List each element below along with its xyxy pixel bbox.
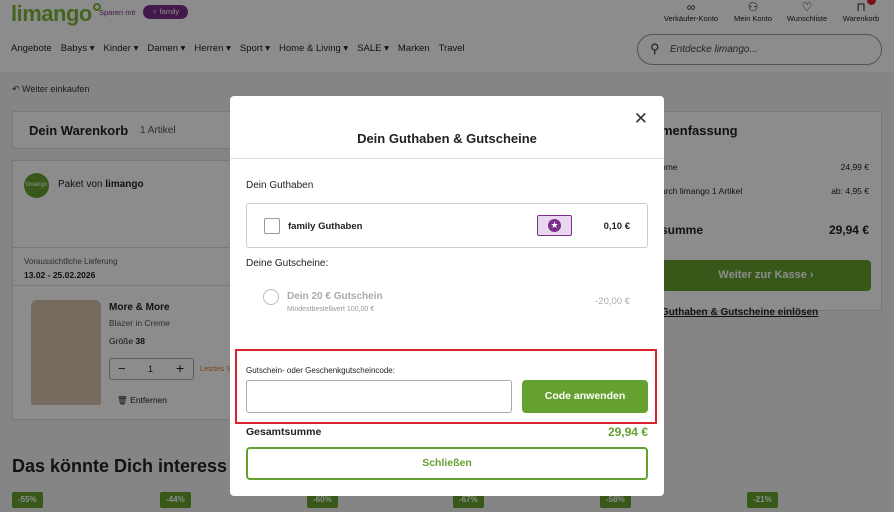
modal-title: Dein Guthaben & Gutscheine bbox=[357, 131, 537, 146]
family-guthaben-label: family Guthaben bbox=[288, 221, 363, 232]
coupon-radio[interactable] bbox=[263, 289, 279, 305]
family-guthaben-checkbox[interactable] bbox=[264, 218, 280, 234]
code-field-label: Gutschein- oder Geschenkgutscheincode: bbox=[246, 366, 395, 375]
voucher-code-input[interactable] bbox=[246, 380, 512, 413]
vouchers-modal: ✕ Dein Guthaben & Gutscheine Dein Guthab… bbox=[230, 96, 664, 496]
guthaben-section-label: Dein Guthaben bbox=[246, 180, 314, 191]
close-button[interactable]: Schließen bbox=[246, 447, 648, 480]
coupon-amount: -20,00 € bbox=[595, 296, 630, 307]
divider bbox=[230, 158, 664, 159]
total-value: 29,94 € bbox=[607, 425, 648, 439]
total-label: Gesamtsumme bbox=[246, 426, 322, 438]
family-guthaben-option[interactable]: family Guthaben ★ 0,10 € bbox=[246, 203, 648, 248]
apply-code-button[interactable]: Code anwenden bbox=[522, 380, 648, 413]
coupons-section-label: Deine Gutscheine: bbox=[246, 258, 329, 269]
family-guthaben-amount: 0,10 € bbox=[603, 221, 630, 232]
coupon-name: Dein 20 € Gutschein bbox=[287, 291, 383, 302]
coupon-min-order: Mindestbestellwert 100,00 € bbox=[287, 306, 375, 313]
family-badge-icon: ★ bbox=[537, 215, 572, 236]
close-icon[interactable]: ✕ bbox=[634, 110, 648, 127]
